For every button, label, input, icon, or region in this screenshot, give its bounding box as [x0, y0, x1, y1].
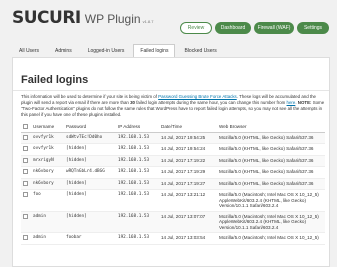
column-ip-address[interactable]: IP Address	[116, 122, 159, 133]
table-row: ovvfyr1k [hidden] 192.168.1.53 14 Jul, 2…	[21, 143, 325, 156]
row-select-cell	[21, 211, 31, 233]
user-tabs: All Users Admins Logged-in Users Failed …	[12, 44, 226, 58]
row-checkbox[interactable]	[23, 192, 28, 197]
ip-cell: 192.168.1.53	[116, 132, 159, 144]
table-row: mrxrigyN [hidden] 192.168.1.53 14 Jul, 2…	[21, 155, 325, 167]
ip-cell: 192.168.1.53	[116, 143, 159, 156]
column-datetime[interactable]: Date/Time	[159, 122, 217, 133]
panel-description: This information will be used to determi…	[21, 94, 325, 118]
row-select-cell	[21, 132, 31, 144]
browser-cell: Mozilla/5.0 (KHTML, like Gecko) Safari/5…	[217, 166, 325, 179]
password-cell: [hidden]	[64, 155, 116, 167]
username-cell: foo	[31, 189, 64, 212]
column-password[interactable]: Password	[64, 122, 116, 133]
datetime-cell: 14 Jul, 2017 13:03:54	[159, 232, 217, 245]
username-cell: admin	[31, 211, 64, 233]
browser-cell: Mozilla/5.0 (KHTML, like Gecko) Safari/5…	[217, 178, 325, 190]
table-row: nk6vbory wRQTnGbLr4.dBGG 192.168.1.53 14…	[21, 166, 325, 179]
datetime-cell: 14 Jul, 2017 19:54:25	[159, 132, 217, 144]
table-row: foo [hidden] 192.168.1.53 14 Jul, 2017 1…	[21, 189, 325, 212]
table-row: nk6vbory [hidden] 192.168.1.53 14 Jul, 2…	[21, 178, 325, 190]
table-row: admin foobar 192.168.1.53 14 Jul, 2017 1…	[21, 232, 325, 245]
password-cell: foobar	[64, 232, 116, 245]
username-cell: mrxrigyN	[31, 155, 64, 167]
header: SUCURI WP Plugin v1.8.7 Review Dashboard…	[0, 0, 337, 38]
ip-cell: 192.168.1.53	[116, 189, 159, 212]
datetime-cell: 14 Jul, 2017 17:19:22	[159, 155, 217, 167]
row-select-cell	[21, 189, 31, 212]
password-cell: [hidden]	[64, 178, 116, 190]
row-checkbox[interactable]	[23, 169, 28, 174]
username-cell: ovvfyr1k	[31, 132, 64, 144]
browser-cell: Mozilla/5.0 (Macintosh; Intel Mac OS X 1…	[217, 189, 325, 212]
password-cell: [hidden]	[64, 189, 116, 212]
settings-button[interactable]: Settings	[297, 22, 329, 34]
row-select-cell	[21, 178, 31, 190]
dashboard-button[interactable]: Dashboard	[215, 22, 251, 34]
row-select-cell	[21, 166, 31, 179]
table-header-row: Username Password IP Address Date/Time W…	[21, 122, 325, 133]
row-checkbox[interactable]	[23, 235, 28, 240]
row-checkbox[interactable]	[23, 134, 28, 140]
brute-force-link[interactable]: Password Guessing Brute Force Attacks	[158, 94, 237, 99]
browser-cell: Mozilla/5.0 (Macintosh; Intel Mac OS X 1…	[217, 211, 325, 233]
review-button[interactable]: Review	[180, 22, 212, 34]
datetime-cell: 14 Jul, 2017 13:07:07	[159, 211, 217, 233]
row-checkbox[interactable]	[23, 157, 28, 163]
tab-admins[interactable]: Admins	[48, 44, 79, 58]
failed-logins-table: Username Password IP Address Date/Time W…	[21, 122, 325, 245]
note-label: NOTE:	[297, 100, 312, 105]
password-cell: [hidden]	[64, 143, 116, 156]
table-row: ovvfyr1k sdWtvTEc!Dd0ho 192.168.1.53 14 …	[21, 132, 325, 144]
ip-cell: 192.168.1.53	[116, 232, 159, 245]
sucuri-logo[interactable]: SUCURI WP Plugin v1.8.7	[12, 8, 153, 28]
tab-logged-in-users[interactable]: Logged-in Users	[81, 44, 132, 58]
select-all-cell	[21, 122, 31, 133]
username-cell: nk6vbory	[31, 166, 64, 179]
row-select-cell	[21, 143, 31, 156]
datetime-cell: 14 Jul, 2017 17:19:29	[159, 166, 217, 179]
logo-subtitle: WP Plugin	[84, 12, 141, 26]
tab-failed-logins[interactable]: Failed logins	[133, 44, 176, 58]
column-web-browser[interactable]: Web Browser	[217, 122, 325, 133]
browser-cell: Mozilla/5.0 (KHTML, like Gecko) Safari/5…	[217, 155, 325, 167]
tab-blocked-users[interactable]: Blocked Users	[177, 44, 223, 58]
row-select-cell	[21, 232, 31, 245]
datetime-cell: 14 Jul, 2017 13:21:12	[159, 189, 217, 212]
row-checkbox[interactable]	[23, 180, 28, 186]
table-row: admin [hidden] 192.168.1.53 14 Jul, 2017…	[21, 211, 325, 233]
browser-cell: Mozilla/5.0 (KHTML, like Gecko) Safari/5…	[217, 132, 325, 144]
password-cell: sdWtvTEc!Dd0ho	[64, 132, 116, 144]
tab-all-users[interactable]: All Users	[12, 44, 46, 58]
browser-cell: Mozilla/5.0 (KHTML, like Gecko) Safari/5…	[217, 143, 325, 156]
username-cell: nk6vbory	[31, 178, 64, 190]
ip-cell: 192.168.1.53	[116, 211, 159, 233]
logo-version: v1.8.7	[142, 19, 154, 24]
password-cell: [hidden]	[64, 211, 116, 233]
column-username[interactable]: Username	[31, 122, 64, 133]
username-cell: admin	[31, 232, 64, 245]
password-cell: wRQTnGbLr4.dBGG	[64, 166, 116, 179]
panel-title: Failed logins	[21, 74, 89, 86]
browser-cell: Mozilla/5.0 (Macintosh; Intel Mac OS X 1…	[217, 232, 325, 245]
select-all-checkbox[interactable]	[23, 123, 28, 129]
row-checkbox[interactable]	[23, 213, 28, 219]
failed-logins-panel: Failed logins This information will be u…	[12, 57, 330, 267]
divider	[13, 90, 329, 91]
datetime-cell: 14 Jul, 2017 17:19:27	[159, 178, 217, 190]
row-checkbox[interactable]	[23, 146, 28, 151]
firewall-button[interactable]: Firewall (WAF)	[254, 22, 294, 34]
row-select-cell	[21, 155, 31, 167]
ip-cell: 192.168.1.53	[116, 155, 159, 167]
desc-text: failed login attempts during the same ho…	[134, 100, 287, 105]
desc-text: This information will be used to determi…	[21, 94, 159, 99]
datetime-cell: 14 Jul, 2017 19:54:24	[159, 143, 217, 156]
ip-cell: 192.168.1.53	[116, 166, 159, 179]
username-cell: ovvfyr1k	[31, 143, 64, 156]
ip-cell: 192.168.1.53	[116, 178, 159, 190]
logo-text: SUCURI	[12, 8, 81, 28]
